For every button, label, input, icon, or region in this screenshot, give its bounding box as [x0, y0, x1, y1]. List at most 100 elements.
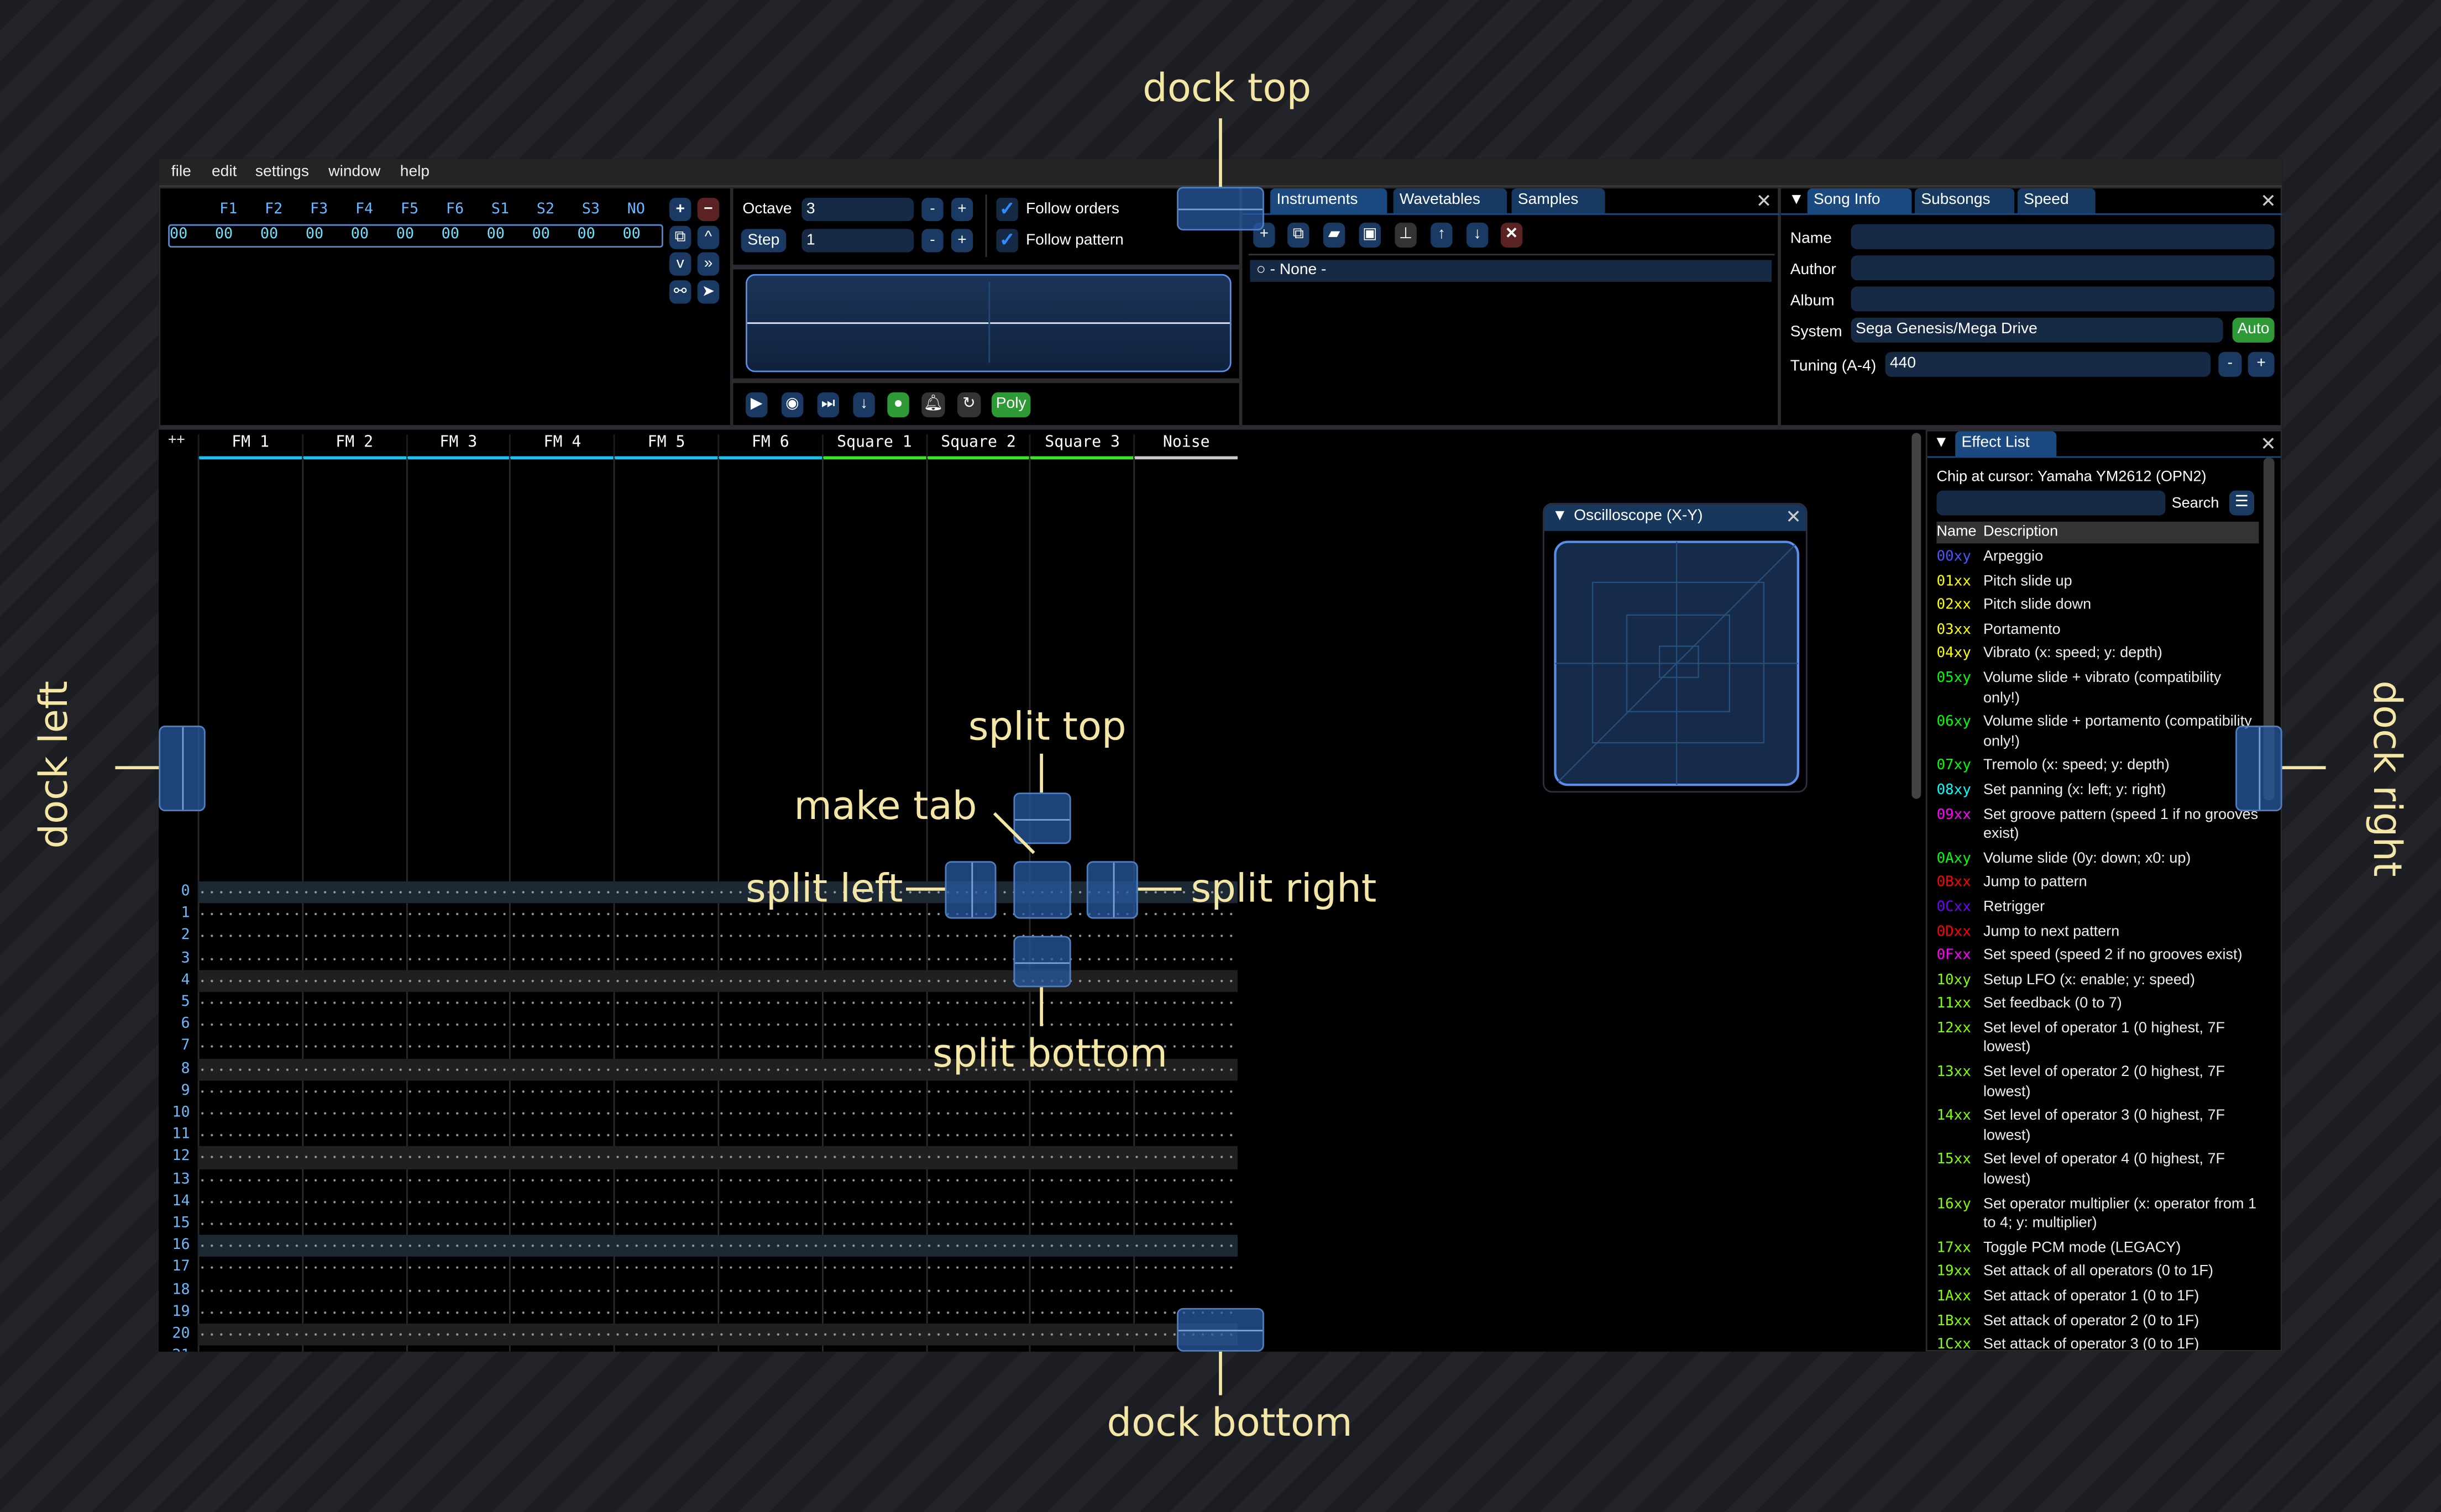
- effect-list-item[interactable]: 17xx Toggle PCM mode (LEGACY): [1936, 1239, 2260, 1258]
- save-icon[interactable]: ▣: [1359, 222, 1381, 248]
- tab-instruments[interactable]: Instruments: [1270, 188, 1387, 214]
- duplicate-icon[interactable]: ⧉: [1287, 222, 1309, 248]
- step-plus-button[interactable]: +: [951, 229, 973, 253]
- oscilloscope-titlebar[interactable]: ▼ Oscilloscope (X-Y) ✕: [1544, 504, 1806, 531]
- channel-header[interactable]: FM 6: [717, 434, 822, 460]
- channel-header[interactable]: FM 5: [614, 434, 718, 460]
- pattern-row[interactable]: [197, 1235, 1238, 1257]
- effect-list-item[interactable]: 16xy Set operator multiplier (x: operator…: [1936, 1195, 2260, 1235]
- auto-button[interactable]: Auto: [2232, 317, 2275, 343]
- pattern-row[interactable]: [197, 881, 1238, 904]
- order-cell[interactable]: 00: [306, 226, 323, 243]
- dock-left-target[interactable]: [159, 726, 206, 812]
- channel-header[interactable]: Square 1: [821, 434, 926, 460]
- place-bottom-icon[interactable]: »: [697, 252, 720, 276]
- collapse-icon[interactable]: ▼: [1934, 434, 1949, 452]
- duplicate-order-icon[interactable]: ⧉: [669, 225, 692, 249]
- close-icon[interactable]: ✕: [1785, 506, 1801, 528]
- effect-list-item[interactable]: 00xy Arpeggio: [1936, 548, 2260, 568]
- pattern-row[interactable]: [197, 1213, 1238, 1235]
- split-top-target[interactable]: [1013, 792, 1071, 844]
- pattern-row[interactable]: [197, 1080, 1238, 1102]
- repeat-icon[interactable]: ↻: [957, 392, 981, 418]
- pattern-row[interactable]: [197, 1279, 1238, 1301]
- tab-subsongs[interactable]: Subsongs: [1915, 188, 2015, 214]
- effect-list-item[interactable]: 08xy Set panning (x: left; y: right): [1936, 781, 2260, 801]
- menu-file[interactable]: file: [171, 164, 191, 181]
- pattern-row[interactable]: [197, 926, 1238, 948]
- follow-orders-checkbox[interactable]: ✓: [996, 197, 1018, 222]
- order-cell[interactable]: 00: [532, 226, 550, 243]
- effect-list-item[interactable]: 11xx Set feedback (0 to 7): [1936, 995, 2260, 1015]
- effect-list-item[interactable]: 07xy Tremolo (x: speed; y: depth): [1936, 757, 2260, 776]
- effect-search-input[interactable]: [1936, 490, 2166, 516]
- channel-header[interactable]: FM 3: [405, 434, 510, 460]
- channel-header[interactable]: FM 4: [510, 434, 614, 460]
- play-icon[interactable]: ▶: [746, 392, 768, 418]
- effect-list-item[interactable]: 12xx Set level of operator 1 (0 highest, …: [1936, 1020, 2260, 1059]
- tuning-input[interactable]: 440: [1885, 351, 2211, 377]
- pattern-row[interactable]: [197, 1301, 1238, 1324]
- effect-list-item[interactable]: 13xx Set level of operator 2 (0 highest, …: [1936, 1064, 2260, 1103]
- channel-header[interactable]: Square 2: [925, 434, 1030, 460]
- effect-list-item[interactable]: 06xy Volume slide + portamento (compatibi…: [1936, 713, 2260, 753]
- arrow-up-icon[interactable]: ↑: [1431, 222, 1453, 248]
- pattern-corner-button[interactable]: ++: [168, 433, 185, 448]
- pattern-row[interactable]: [197, 992, 1238, 1014]
- sitemap-icon[interactable]: ⊥: [1395, 222, 1417, 248]
- channel-header[interactable]: FM 2: [301, 434, 406, 460]
- pattern-row[interactable]: [197, 1324, 1238, 1346]
- split-bottom-target[interactable]: [1013, 936, 1071, 988]
- pattern-row[interactable]: [197, 1102, 1238, 1125]
- order-cell[interactable]: 00: [396, 226, 414, 243]
- pattern-row[interactable]: [197, 1169, 1238, 1191]
- move-up-icon[interactable]: ^: [697, 225, 720, 249]
- pattern-row[interactable]: [197, 1191, 1238, 1213]
- tab-effect-list[interactable]: Effect List: [1955, 431, 2057, 456]
- tab-speed[interactable]: Speed: [2017, 188, 2096, 214]
- effect-list-item[interactable]: 15xx Set level of operator 4 (0 highest, …: [1936, 1152, 2260, 1191]
- poly-button[interactable]: Poly: [991, 392, 1031, 418]
- order-cell[interactable]: 00: [351, 226, 369, 243]
- add-order-button[interactable]: +: [669, 197, 692, 222]
- effect-list-item[interactable]: 0Axy Volume slide (0y: down; x0: up): [1936, 850, 2260, 869]
- record-icon[interactable]: ●: [887, 392, 909, 418]
- split-right-target[interactable]: [1086, 861, 1138, 919]
- pattern-row[interactable]: [197, 1125, 1238, 1147]
- tab-wavetables[interactable]: Wavetables: [1393, 188, 1507, 214]
- dock-top-target[interactable]: [1177, 187, 1264, 231]
- pattern-row[interactable]: [197, 1257, 1238, 1279]
- arrow-down-icon[interactable]: ↓: [1466, 222, 1489, 248]
- step-input[interactable]: 1: [802, 229, 914, 253]
- system-input[interactable]: Sega Genesis/Mega Drive: [1851, 317, 2223, 343]
- octave-input[interactable]: 3: [802, 197, 914, 222]
- channel-header[interactable]: Noise: [1133, 434, 1238, 460]
- effect-list-item[interactable]: 02xx Pitch slide down: [1936, 597, 2260, 616]
- effect-list-item[interactable]: 0Bxx Jump to pattern: [1936, 874, 2260, 894]
- follow-pattern-checkbox[interactable]: ✓: [996, 229, 1018, 253]
- step-one-icon[interactable]: ⏭: [817, 392, 839, 418]
- channel-header[interactable]: FM 1: [197, 434, 302, 460]
- effect-list-item[interactable]: 19xx Set attack of all operators (0 to 1F…: [1936, 1263, 2260, 1283]
- step-button[interactable]: Step: [741, 229, 787, 253]
- effect-list-item[interactable]: 0Dxx Jump to next pattern: [1936, 922, 2260, 942]
- effect-list-item[interactable]: 0Fxx Set speed (speed 2 if no grooves exi…: [1936, 947, 2260, 966]
- collapse-icon[interactable]: ▼: [1789, 192, 1804, 209]
- pattern-row[interactable]: [197, 1146, 1238, 1169]
- order-cell[interactable]: 00: [260, 226, 278, 243]
- pattern-row[interactable]: [197, 948, 1238, 970]
- name-input[interactable]: [1851, 224, 2275, 249]
- dock-right-target[interactable]: [2235, 726, 2282, 812]
- effect-list-item[interactable]: 1Cxx Set attack of operator 3 (0 to 1F): [1936, 1336, 2260, 1350]
- collapse-icon[interactable]: ▼: [1552, 508, 1568, 525]
- channel-header[interactable]: Square 3: [1029, 434, 1134, 460]
- effect-list-item[interactable]: 1Axx Set attack of operator 1 (0 to 1F): [1936, 1288, 2260, 1307]
- pattern-row[interactable]: [197, 904, 1238, 926]
- pattern-scrollbar[interactable]: [1911, 433, 1921, 799]
- menu-settings[interactable]: settings: [255, 164, 309, 181]
- order-cell[interactable]: 00: [578, 226, 595, 243]
- author-input[interactable]: [1851, 255, 2275, 281]
- metronome-bell-icon[interactable]: 🔔︎: [921, 392, 945, 418]
- effect-list-item[interactable]: 01xx Pitch slide up: [1936, 573, 2260, 592]
- octave-minus-button[interactable]: -: [921, 197, 944, 222]
